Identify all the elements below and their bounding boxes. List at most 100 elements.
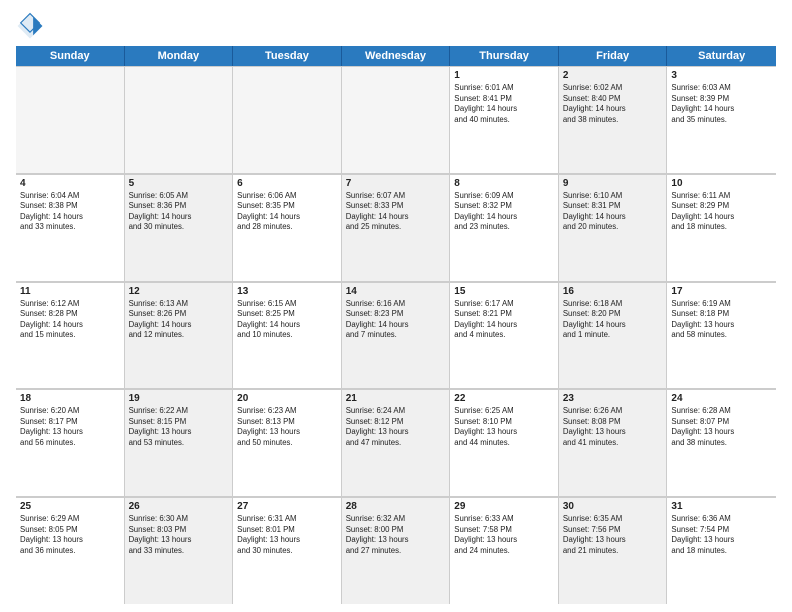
cell-info: Sunrise: 6:07 AM Sunset: 8:33 PM Dayligh… [346,191,446,233]
cell-info: Sunrise: 6:18 AM Sunset: 8:20 PM Dayligh… [563,299,663,341]
calendar-cell-r3c2: 20 Sunrise: 6:23 AM Sunset: 8:13 PM Dayli… [233,390,342,496]
day-number: 27 [237,501,337,512]
cell-info: Sunrise: 6:11 AM Sunset: 8:29 PM Dayligh… [671,191,772,233]
calendar-cell-r0c5: 2 Sunrise: 6:02 AM Sunset: 8:40 PM Daylig… [559,67,668,173]
cell-info: Sunrise: 6:29 AM Sunset: 8:05 PM Dayligh… [20,514,120,556]
cell-info: Sunrise: 6:05 AM Sunset: 8:36 PM Dayligh… [129,191,229,233]
calendar-cell-r1c0: 4 Sunrise: 6:04 AM Sunset: 8:38 PM Daylig… [16,175,125,281]
day-number: 1 [454,70,554,81]
cell-info: Sunrise: 6:36 AM Sunset: 7:54 PM Dayligh… [671,514,772,556]
calendar-row-3: 18 Sunrise: 6:20 AM Sunset: 8:17 PM Dayli… [16,389,776,497]
day-number: 3 [671,70,772,81]
cell-info: Sunrise: 6:33 AM Sunset: 7:58 PM Dayligh… [454,514,554,556]
cell-info: Sunrise: 6:16 AM Sunset: 8:23 PM Dayligh… [346,299,446,341]
calendar-cell-r2c0: 11 Sunrise: 6:12 AM Sunset: 8:28 PM Dayli… [16,283,125,389]
weekday-header-sunday: Sunday [16,46,125,66]
day-number: 25 [20,501,120,512]
calendar-cell-r2c5: 16 Sunrise: 6:18 AM Sunset: 8:20 PM Dayli… [559,283,668,389]
calendar-cell-r0c0 [16,67,125,173]
cell-info: Sunrise: 6:09 AM Sunset: 8:32 PM Dayligh… [454,191,554,233]
day-number: 18 [20,393,120,404]
cell-info: Sunrise: 6:23 AM Sunset: 8:13 PM Dayligh… [237,406,337,448]
day-number: 20 [237,393,337,404]
calendar-cell-r3c1: 19Sunrise: 6:22 AM Sunset: 8:15 PM Dayli… [125,390,234,496]
header [16,12,776,40]
calendar-cell-r3c0: 18 Sunrise: 6:20 AM Sunset: 8:17 PM Dayli… [16,390,125,496]
calendar-cell-r2c2: 13Sunrise: 6:15 AM Sunset: 8:25 PM Dayli… [233,283,342,389]
weekday-header-tuesday: Tuesday [233,46,342,66]
cell-info: Sunrise: 6:32 AM Sunset: 8:00 PM Dayligh… [346,514,446,556]
day-number: 14 [346,286,446,297]
calendar-cell-r2c4: 15Sunrise: 6:17 AM Sunset: 8:21 PM Dayli… [450,283,559,389]
cell-info: Sunrise: 6:35 AM Sunset: 7:56 PM Dayligh… [563,514,663,556]
calendar-cell-r4c4: 29 Sunrise: 6:33 AM Sunset: 7:58 PM Dayli… [450,498,559,604]
day-number: 19 [129,393,229,404]
day-number: 11 [20,286,120,297]
cell-info: Sunrise: 6:12 AM Sunset: 8:28 PM Dayligh… [20,299,120,341]
calendar-body: 1 Sunrise: 6:01 AM Sunset: 8:41 PM Daylig… [16,66,776,604]
calendar-cell-r4c0: 25 Sunrise: 6:29 AM Sunset: 8:05 PM Dayli… [16,498,125,604]
calendar-cell-r0c4: 1 Sunrise: 6:01 AM Sunset: 8:41 PM Daylig… [450,67,559,173]
cell-info: Sunrise: 6:13 AM Sunset: 8:26 PM Dayligh… [129,299,229,341]
calendar-cell-r3c4: 22 Sunrise: 6:25 AM Sunset: 8:10 PM Dayli… [450,390,559,496]
calendar-cell-r0c2 [233,67,342,173]
weekday-header-monday: Monday [125,46,234,66]
cell-info: Sunrise: 6:10 AM Sunset: 8:31 PM Dayligh… [563,191,663,233]
calendar-row-0: 1 Sunrise: 6:01 AM Sunset: 8:41 PM Daylig… [16,66,776,174]
calendar-cell-r1c3: 7 Sunrise: 6:07 AM Sunset: 8:33 PM Daylig… [342,175,451,281]
day-number: 13 [237,286,337,297]
weekday-header-friday: Friday [559,46,668,66]
day-number: 8 [454,178,554,189]
logo [16,12,48,40]
day-number: 4 [20,178,120,189]
day-number: 5 [129,178,229,189]
cell-info: Sunrise: 6:01 AM Sunset: 8:41 PM Dayligh… [454,83,554,125]
day-number: 24 [671,393,772,404]
day-number: 2 [563,70,663,81]
day-number: 22 [454,393,554,404]
day-number: 28 [346,501,446,512]
calendar-header: SundayMondayTuesdayWednesdayThursdayFrid… [16,46,776,66]
cell-info: Sunrise: 6:03 AM Sunset: 8:39 PM Dayligh… [671,83,772,125]
cell-info: Sunrise: 6:17 AM Sunset: 8:21 PM Dayligh… [454,299,554,341]
calendar-cell-r4c3: 28 Sunrise: 6:32 AM Sunset: 8:00 PM Dayli… [342,498,451,604]
calendar-cell-r4c1: 26 Sunrise: 6:30 AM Sunset: 8:03 PM Dayli… [125,498,234,604]
calendar-cell-r2c6: 17Sunrise: 6:19 AM Sunset: 8:18 PM Dayli… [667,283,776,389]
cell-info: Sunrise: 6:02 AM Sunset: 8:40 PM Dayligh… [563,83,663,125]
page: SundayMondayTuesdayWednesdayThursdayFrid… [0,0,792,612]
cell-info: Sunrise: 6:06 AM Sunset: 8:35 PM Dayligh… [237,191,337,233]
cell-info: Sunrise: 6:30 AM Sunset: 8:03 PM Dayligh… [129,514,229,556]
calendar-row-1: 4 Sunrise: 6:04 AM Sunset: 8:38 PM Daylig… [16,174,776,282]
day-number: 26 [129,501,229,512]
calendar-cell-r1c4: 8 Sunrise: 6:09 AM Sunset: 8:32 PM Daylig… [450,175,559,281]
cell-info: Sunrise: 6:04 AM Sunset: 8:38 PM Dayligh… [20,191,120,233]
cell-info: Sunrise: 6:26 AM Sunset: 8:08 PM Dayligh… [563,406,663,448]
calendar-cell-r0c1 [125,67,234,173]
calendar-cell-r4c2: 27Sunrise: 6:31 AM Sunset: 8:01 PM Dayli… [233,498,342,604]
calendar-row-2: 11 Sunrise: 6:12 AM Sunset: 8:28 PM Dayli… [16,282,776,390]
day-number: 21 [346,393,446,404]
day-number: 9 [563,178,663,189]
calendar: SundayMondayTuesdayWednesdayThursdayFrid… [16,46,776,604]
day-number: 29 [454,501,554,512]
day-number: 31 [671,501,772,512]
day-number: 16 [563,286,663,297]
weekday-header-thursday: Thursday [450,46,559,66]
calendar-cell-r1c1: 5 Sunrise: 6:05 AM Sunset: 8:36 PM Daylig… [125,175,234,281]
calendar-cell-r4c6: 31 Sunrise: 6:36 AM Sunset: 7:54 PM Dayli… [667,498,776,604]
calendar-cell-r3c5: 23 Sunrise: 6:26 AM Sunset: 8:08 PM Dayli… [559,390,668,496]
calendar-cell-r3c6: 24Sunrise: 6:28 AM Sunset: 8:07 PM Dayli… [667,390,776,496]
calendar-cell-r0c3 [342,67,451,173]
calendar-cell-r0c6: 3 Sunrise: 6:03 AM Sunset: 8:39 PM Daylig… [667,67,776,173]
cell-info: Sunrise: 6:24 AM Sunset: 8:12 PM Dayligh… [346,406,446,448]
calendar-cell-r3c3: 21 Sunrise: 6:24 AM Sunset: 8:12 PM Dayli… [342,390,451,496]
cell-info: Sunrise: 6:25 AM Sunset: 8:10 PM Dayligh… [454,406,554,448]
day-number: 17 [671,286,772,297]
day-number: 7 [346,178,446,189]
logo-icon [16,12,44,40]
cell-info: Sunrise: 6:20 AM Sunset: 8:17 PM Dayligh… [20,406,120,448]
weekday-header-saturday: Saturday [667,46,776,66]
calendar-cell-r1c6: 10Sunrise: 6:11 AM Sunset: 8:29 PM Dayli… [667,175,776,281]
day-number: 23 [563,393,663,404]
calendar-cell-r4c5: 30Sunrise: 6:35 AM Sunset: 7:56 PM Dayli… [559,498,668,604]
